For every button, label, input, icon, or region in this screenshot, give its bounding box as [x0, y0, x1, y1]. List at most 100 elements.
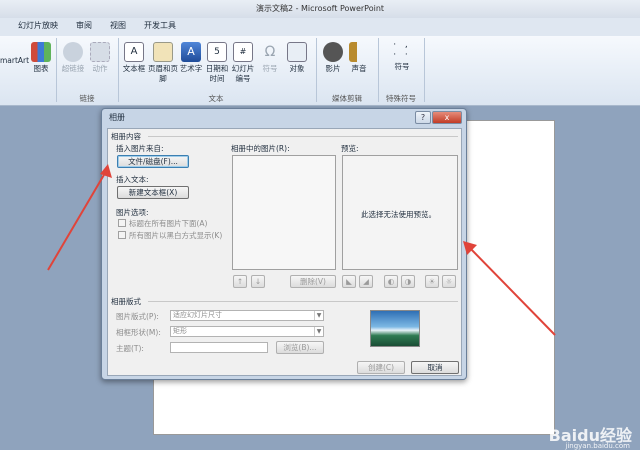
brightness-down-button[interactable]: ☼ — [442, 275, 456, 288]
calendar-icon: 5 — [207, 42, 227, 62]
black-white-checkbox[interactable] — [118, 231, 126, 239]
separator — [118, 38, 119, 102]
chart-button[interactable]: 图表 — [30, 42, 52, 74]
separator — [378, 38, 379, 102]
smartart-button[interactable]: martArt — [0, 56, 29, 66]
brightness-up-icon: ☀ — [428, 277, 436, 286]
theme-input[interactable] — [170, 342, 268, 353]
wordart-icon: A — [181, 42, 201, 62]
preview-message: 此选择无法使用预览。 — [361, 210, 436, 219]
photo-album-dialog: 相册 ? x 相册内容 插入图片来自: 文件/磁盘(F)... 插入文本: 新建… — [101, 108, 467, 380]
action-button[interactable]: 动作 — [88, 42, 112, 74]
brightness-up-button[interactable]: ☀ — [425, 275, 439, 288]
symbol-label: 符号 — [262, 64, 278, 73]
new-textbox-button[interactable]: 新建文本框(X) — [117, 186, 189, 199]
move-down-button[interactable]: ↓ — [251, 275, 265, 288]
pictures-in-album-label: 相册中的图片(R): — [231, 144, 290, 153]
symbol-group-label: 特殊符号 — [386, 94, 416, 103]
rotate-right-button[interactable]: ◢ — [359, 275, 373, 288]
caption-checkbox[interactable] — [118, 219, 126, 227]
object-icon — [287, 42, 307, 62]
sound-label: 声音 — [351, 64, 367, 73]
symbol-button[interactable]: Ω 符号 — [258, 42, 282, 74]
symbol-dots-icon: · , · · — [393, 40, 411, 60]
file-disk-button[interactable]: 文件/磁盘(F)... — [117, 155, 189, 168]
tab-developer[interactable]: 开发工具 — [144, 20, 176, 31]
contrast-up-icon: ◐ — [387, 277, 395, 286]
movie-button[interactable]: 影片 — [320, 42, 346, 74]
picture-options-label: 图片选项: — [116, 208, 149, 217]
contrast-down-button[interactable]: ◑ — [401, 275, 415, 288]
ribbon: martArt 图表 超链接 动作 链接 A 文本框 页眉和页脚 A 艺术字 5… — [0, 36, 640, 106]
rotate-left-icon: ◣ — [346, 277, 352, 286]
object-label: 对象 — [289, 64, 305, 73]
preview-label: 预览: — [341, 144, 359, 153]
separator — [316, 38, 317, 102]
tab-slideshow[interactable]: 幻灯片放映 — [18, 20, 58, 31]
delete-button[interactable]: 删除(V) — [290, 275, 336, 288]
picture-layout-label: 图片版式(P): — [116, 312, 159, 321]
preview-pane: 此选择无法使用预览。 — [342, 155, 458, 270]
window-title: 演示文稿2 - Microsoft PowerPoint — [0, 0, 640, 18]
header-footer-button[interactable]: 页眉和页脚 — [148, 42, 178, 84]
chart-label: 图表 — [33, 64, 49, 73]
sound-button[interactable]: 声音 — [346, 42, 372, 74]
action-icon — [90, 42, 110, 62]
tab-view[interactable]: 视图 — [110, 20, 126, 31]
theme-label: 主题(T): — [116, 344, 144, 353]
dialog-title: 相册 — [109, 113, 125, 122]
text-group-label: 文本 — [208, 94, 224, 103]
special-symbol-label: 符号 — [394, 62, 410, 71]
frame-shape-label: 相框形状(M): — [116, 328, 161, 337]
film-reel-icon — [323, 42, 343, 62]
textbox-button[interactable]: A 文本框 — [121, 42, 147, 74]
chevron-down-icon: ▼ — [314, 327, 323, 336]
create-button[interactable]: 创建(C) — [357, 361, 405, 374]
movie-label: 影片 — [325, 64, 341, 73]
datetime-label: 日期和时间 — [205, 64, 229, 83]
rotate-left-button[interactable]: ◣ — [342, 275, 356, 288]
datetime-button[interactable]: 5 日期和时间 — [204, 42, 230, 84]
insert-picture-label: 插入图片来自: — [116, 144, 164, 153]
layout-preview-image — [370, 310, 420, 347]
picture-layout-value: 适应幻灯片尺寸 — [173, 311, 222, 319]
help-button[interactable]: ? — [415, 111, 431, 124]
divider — [148, 301, 458, 302]
action-label: 动作 — [92, 64, 108, 73]
cancel-button[interactable]: 取消 — [411, 361, 459, 374]
bw-option-label: 所有图片以黑白方式显示(K) — [129, 231, 223, 240]
hyperlink-button[interactable]: 超链接 — [60, 42, 86, 74]
separator — [56, 38, 57, 102]
frame-shape-select[interactable]: 矩形 ▼ — [170, 326, 324, 337]
tab-review[interactable]: 审阅 — [76, 20, 92, 31]
hyperlink-label: 超链接 — [61, 64, 85, 73]
omega-icon: Ω — [264, 44, 276, 60]
media-group-label: 媒体剪辑 — [332, 94, 362, 103]
slide-number-label: 幻灯片编号 — [231, 64, 255, 83]
link-group-label: 链接 — [79, 94, 95, 103]
wordart-button[interactable]: A 艺术字 — [178, 42, 204, 74]
header-footer-icon — [153, 42, 173, 62]
slide-number-button[interactable]: # 幻灯片编号 — [230, 42, 256, 84]
caption-option-label: 标题在所有图片下面(A) — [129, 219, 208, 228]
album-layout-label: 相册版式 — [111, 297, 141, 306]
move-up-button[interactable]: ↑ — [233, 275, 247, 288]
object-button[interactable]: 对象 — [284, 42, 310, 74]
browse-button[interactable]: 浏览(B)... — [276, 341, 324, 354]
album-content-label: 相册内容 — [111, 132, 141, 141]
close-button[interactable]: x — [432, 111, 462, 124]
special-symbol-button[interactable]: · , · · 符号 — [384, 40, 420, 72]
rotate-right-icon: ◢ — [363, 277, 369, 286]
picture-list[interactable] — [232, 155, 336, 270]
speaker-icon — [349, 42, 369, 62]
picture-layout-select[interactable]: 适应幻灯片尺寸 ▼ — [170, 310, 324, 321]
contrast-down-icon: ◑ — [404, 277, 412, 286]
contrast-up-button[interactable]: ◐ — [384, 275, 398, 288]
dialog-body: 相册内容 插入图片来自: 文件/磁盘(F)... 插入文本: 新建文本框(X) … — [107, 128, 462, 376]
slide-number-icon: # — [233, 42, 253, 62]
separator — [424, 38, 425, 102]
globe-icon — [63, 42, 83, 62]
chevron-down-icon: ▼ — [314, 311, 323, 320]
watermark-url: jingyan.baidu.com — [565, 442, 630, 450]
wordart-label: 艺术字 — [179, 64, 203, 73]
